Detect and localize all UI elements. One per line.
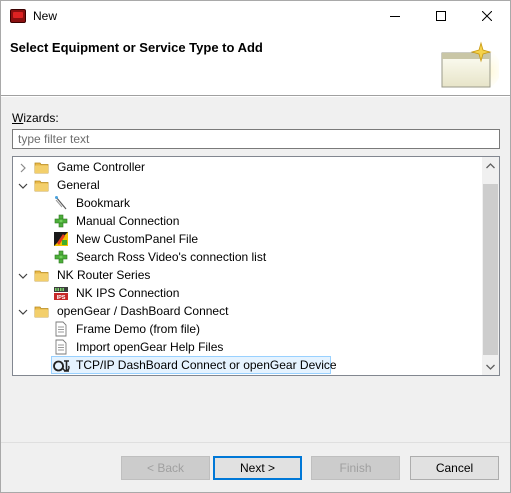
cancel-button[interactable]: Cancel (410, 456, 499, 480)
tree-item-label: General (57, 178, 100, 192)
scroll-down-button[interactable] (482, 358, 499, 375)
opengear-icon (53, 357, 70, 373)
wizards-label: Wizards: (12, 111, 59, 125)
tree-item[interactable]: IPS NK IPS Connection (13, 284, 483, 302)
document-icon (53, 339, 69, 355)
button-bar-separator (1, 442, 510, 443)
tree-item-label: NK IPS Connection (76, 286, 180, 300)
tree-item-label: Manual Connection (76, 214, 180, 228)
tree-item-label: NK Router Series (57, 268, 151, 282)
banner-separator-highlight (1, 96, 510, 97)
window-title: New (33, 9, 58, 23)
document-icon (53, 321, 69, 337)
plus-icon (53, 213, 69, 229)
ips-icon: IPS (53, 285, 69, 301)
close-button[interactable] (464, 1, 510, 31)
custompanel-icon (53, 231, 69, 247)
tree-item-label: TCP/IP DashBoard Connect or openGear Dev… (76, 358, 337, 372)
filter-input[interactable] (12, 129, 500, 149)
close-icon (482, 11, 492, 21)
tree-item[interactable]: Manual Connection (13, 212, 483, 230)
wizards-label-text: izards: (23, 111, 59, 125)
tree-item-label: Bookmark (76, 196, 131, 210)
tree-item-label: Import openGear Help Files (76, 340, 224, 354)
back-button[interactable]: < Back (121, 456, 210, 480)
tree-item[interactable]: Game Controller (13, 158, 483, 176)
scrollbar-thumb[interactable] (483, 184, 498, 355)
folder-icon (34, 303, 50, 319)
tree-item-label: openGear / DashBoard Connect (57, 304, 229, 318)
tree-item[interactable]: Search Ross Video's connection list (13, 248, 483, 266)
tree-item-label: Frame Demo (from file) (76, 322, 201, 336)
tree-item[interactable]: Frame Demo (from file) (13, 320, 483, 338)
tree-item[interactable]: New CustomPanel File (13, 230, 483, 248)
tree-item[interactable]: TCP/IP DashBoard Connect or openGear Dev… (13, 356, 483, 374)
tree-item[interactable]: Import openGear Help Files (13, 338, 483, 356)
chevron-down-icon (486, 364, 495, 370)
vertical-scrollbar[interactable] (482, 157, 499, 375)
scroll-up-button[interactable] (482, 157, 499, 174)
wizards-label-mnemonic: W (12, 111, 24, 125)
chevron-down-icon[interactable] (18, 180, 28, 190)
tree-item-label: Game Controller (57, 160, 146, 174)
tree-item[interactable]: General (13, 176, 483, 194)
new-wizard-dialog: New Select Equipment or Service Type to … (0, 0, 511, 493)
chevron-down-icon[interactable] (18, 270, 28, 280)
tree-item[interactable]: openGear / DashBoard Connect (13, 302, 483, 320)
maximize-icon (436, 11, 446, 21)
finish-button[interactable]: Finish (311, 456, 400, 480)
app-icon (10, 9, 26, 23)
wizard-tree[interactable]: Game Controller General Bookmark Manual Con… (12, 156, 500, 376)
new-wizard-banner-icon (441, 41, 499, 91)
folder-icon (34, 267, 50, 283)
folder-icon (34, 177, 50, 193)
maximize-button[interactable] (418, 1, 464, 31)
bookmark-icon (53, 195, 69, 211)
chevron-down-icon[interactable] (18, 306, 28, 316)
tree-item-label: New CustomPanel File (76, 232, 199, 246)
chevron-up-icon (486, 162, 495, 168)
tree-item-label: Search Ross Video's connection list (76, 250, 267, 264)
tree-item[interactable]: Bookmark (13, 194, 483, 212)
tree-item[interactable]: NK Router Series (13, 266, 483, 284)
chevron-right-icon[interactable] (18, 162, 28, 173)
minimize-icon (390, 16, 400, 17)
svg-text:IPS: IPS (57, 295, 66, 301)
minimize-button[interactable] (372, 1, 418, 31)
folder-icon (34, 159, 50, 175)
page-title: Select Equipment or Service Type to Add (10, 40, 263, 55)
next-button[interactable]: Next > (213, 456, 302, 480)
title-bar[interactable]: New (1, 1, 510, 31)
header-banner: Select Equipment or Service Type to Add (1, 31, 510, 95)
plus-icon (53, 249, 69, 265)
